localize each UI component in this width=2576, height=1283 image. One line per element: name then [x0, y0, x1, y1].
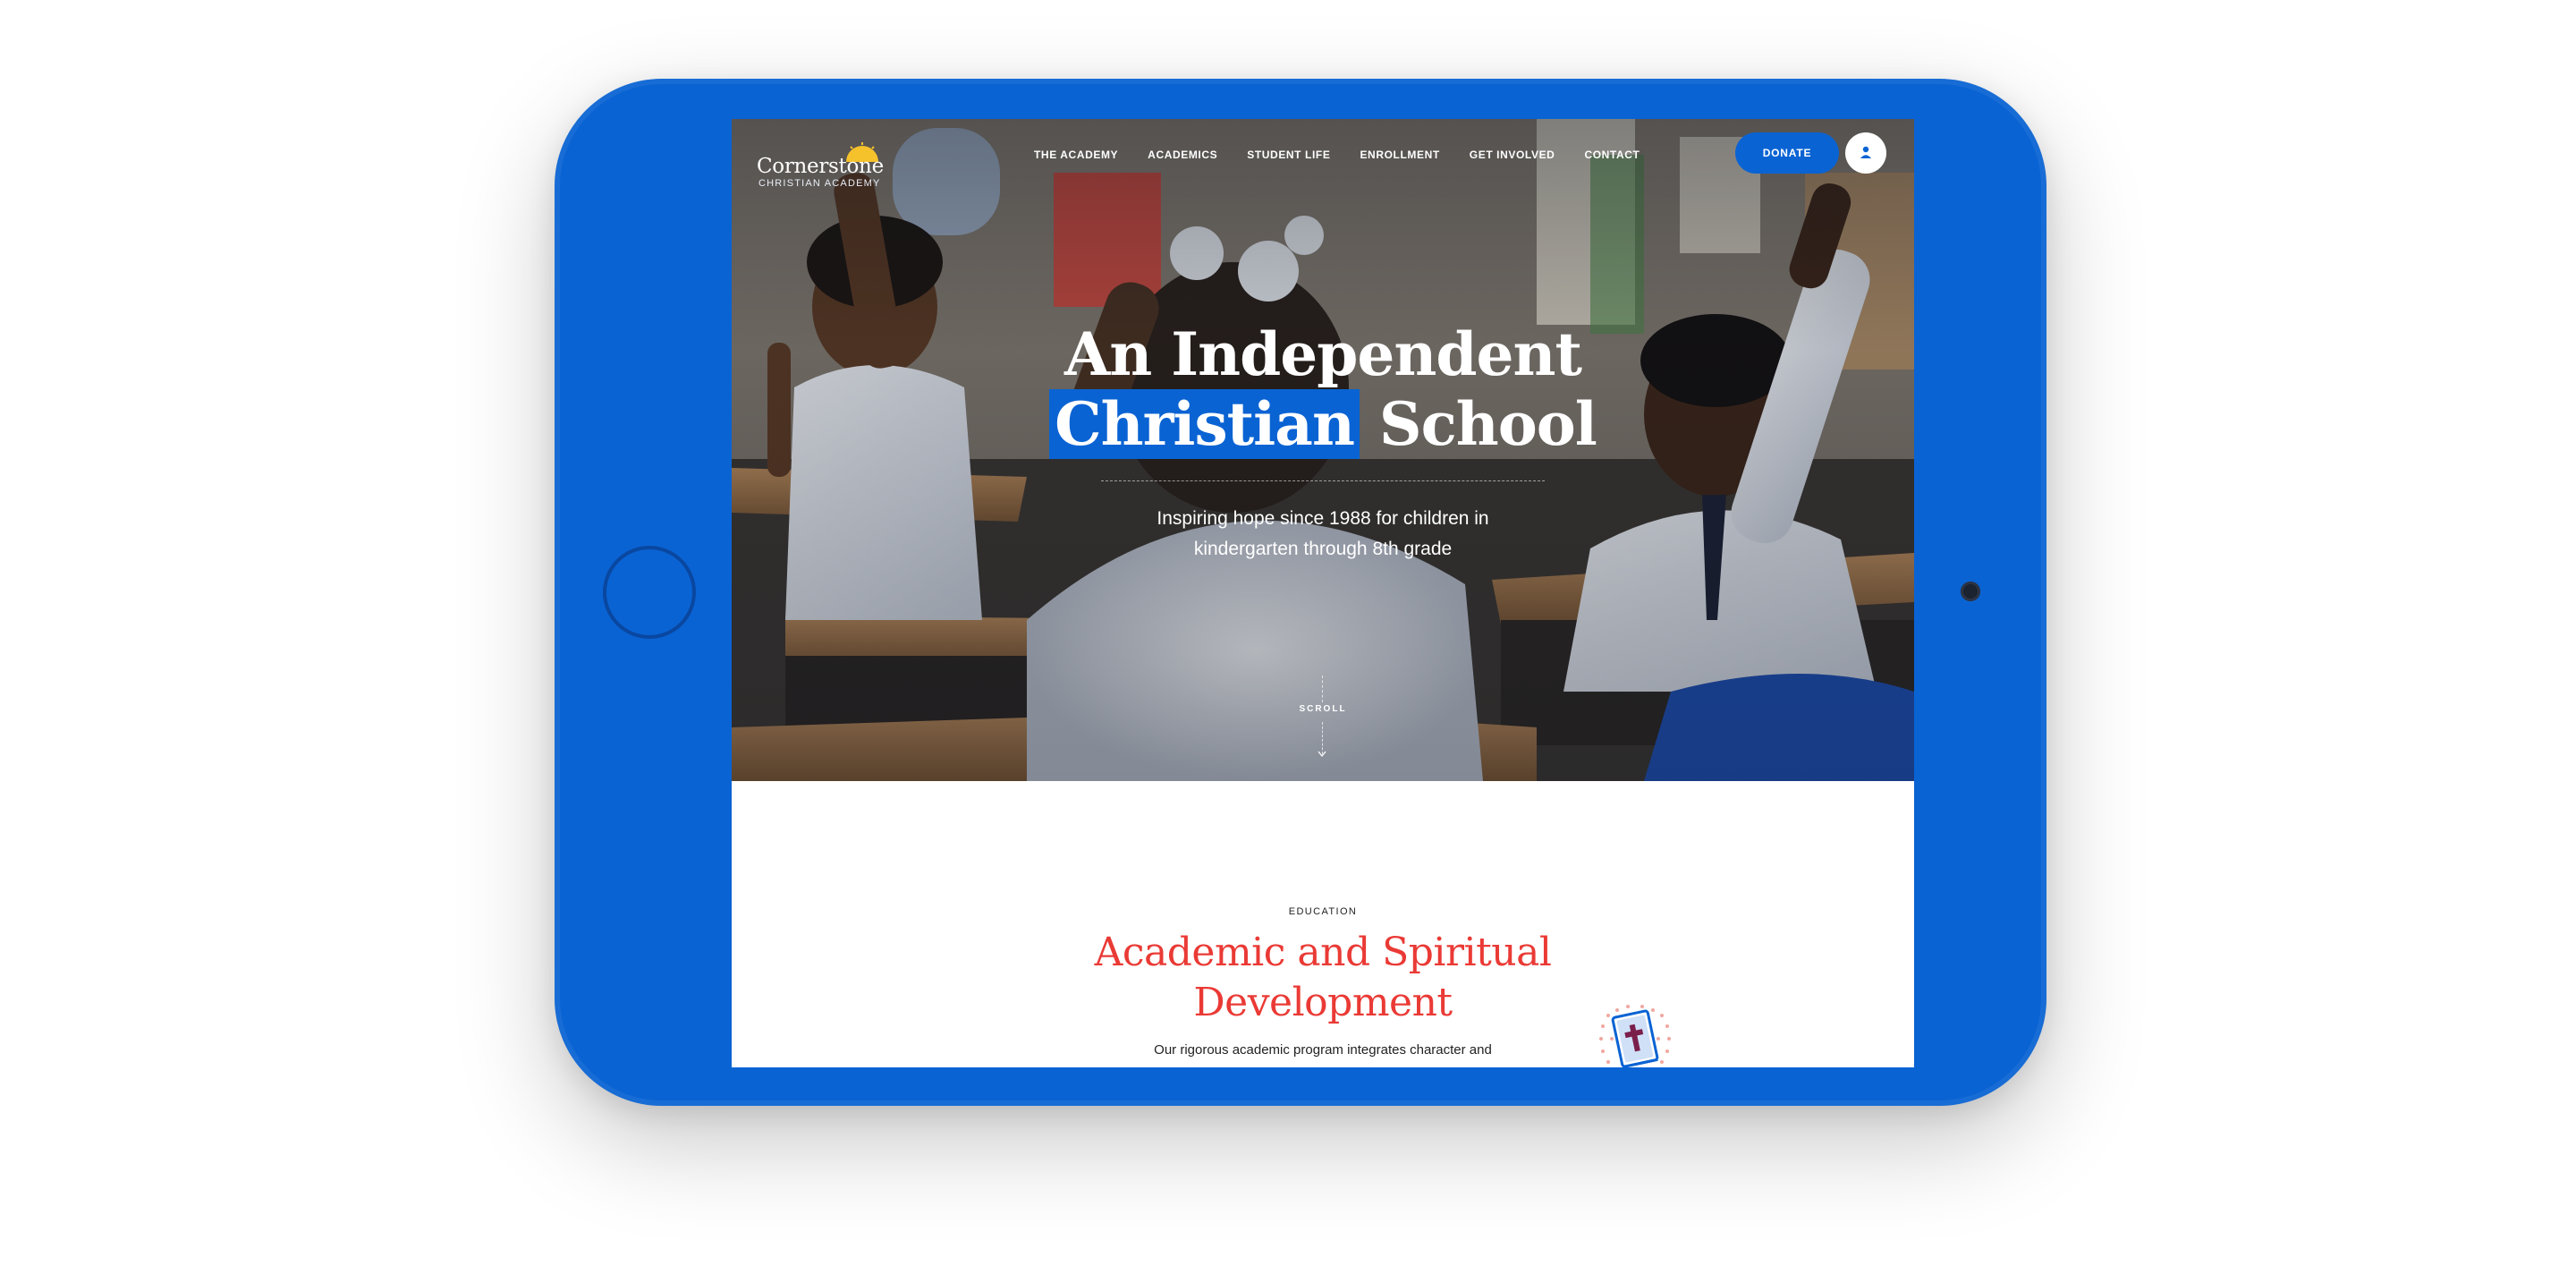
main-nav: THE ACADEMY ACADEMICS STUDENT LIFE ENROL…	[1034, 149, 1669, 161]
nav-item-get-involved[interactable]: GET INVOLVED	[1470, 149, 1555, 161]
education-body: Our rigorous academic program integrates…	[1154, 1042, 1492, 1058]
hero-title-line-2: Christian School	[732, 389, 1914, 459]
nav-item-enrollment[interactable]: ENROLLMENT	[1360, 149, 1439, 161]
donate-button[interactable]: DONATE	[1735, 132, 1839, 174]
education-eyebrow: EDUCATION	[1288, 906, 1358, 917]
bible-icon	[1599, 1005, 1671, 1067]
scroll-line-bottom	[1322, 722, 1323, 754]
nav-item-academics[interactable]: ACADEMICS	[1148, 149, 1217, 161]
mockup-stage: Cornerstone CHRISTIAN ACADEMY THE ACADEM…	[0, 0, 2576, 1283]
hero-subtitle: Inspiring hope since 1988 for children i…	[1157, 508, 1489, 559]
camera-icon	[1961, 582, 1980, 601]
account-button[interactable]	[1845, 132, 1886, 174]
hero-title-rest: School	[1359, 389, 1597, 459]
logo-name: Cornerstone	[757, 155, 884, 178]
user-icon	[1860, 146, 1871, 158]
nav-item-student-life[interactable]: STUDENT LIFE	[1247, 149, 1330, 161]
hero-title: An Independent Christian School	[732, 319, 1914, 459]
hero-divider	[1101, 480, 1545, 481]
hero-title-highlight: Christian	[1049, 389, 1360, 459]
education-title: Academic and Spiritual Development	[1094, 930, 1552, 1025]
hero-title-line-1: An Independent	[1064, 319, 1582, 389]
scroll-indicator[interactable]: SCROLL	[1277, 704, 1368, 714]
logo-subtitle: CHRISTIAN ACADEMY	[758, 178, 881, 189]
arrow-down-icon	[1318, 751, 1326, 758]
nav-item-contact[interactable]: CONTACT	[1584, 149, 1640, 161]
hero-section: Cornerstone CHRISTIAN ACADEMY THE ACADEM…	[732, 119, 1914, 781]
site-logo[interactable]: Cornerstone CHRISTIAN ACADEMY	[757, 142, 900, 189]
website-screen: Cornerstone CHRISTIAN ACADEMY THE ACADEM…	[732, 119, 1914, 1067]
nav-item-the-academy[interactable]: THE ACADEMY	[1034, 149, 1118, 161]
home-button[interactable]	[603, 546, 696, 639]
scroll-line-top	[1322, 675, 1323, 702]
